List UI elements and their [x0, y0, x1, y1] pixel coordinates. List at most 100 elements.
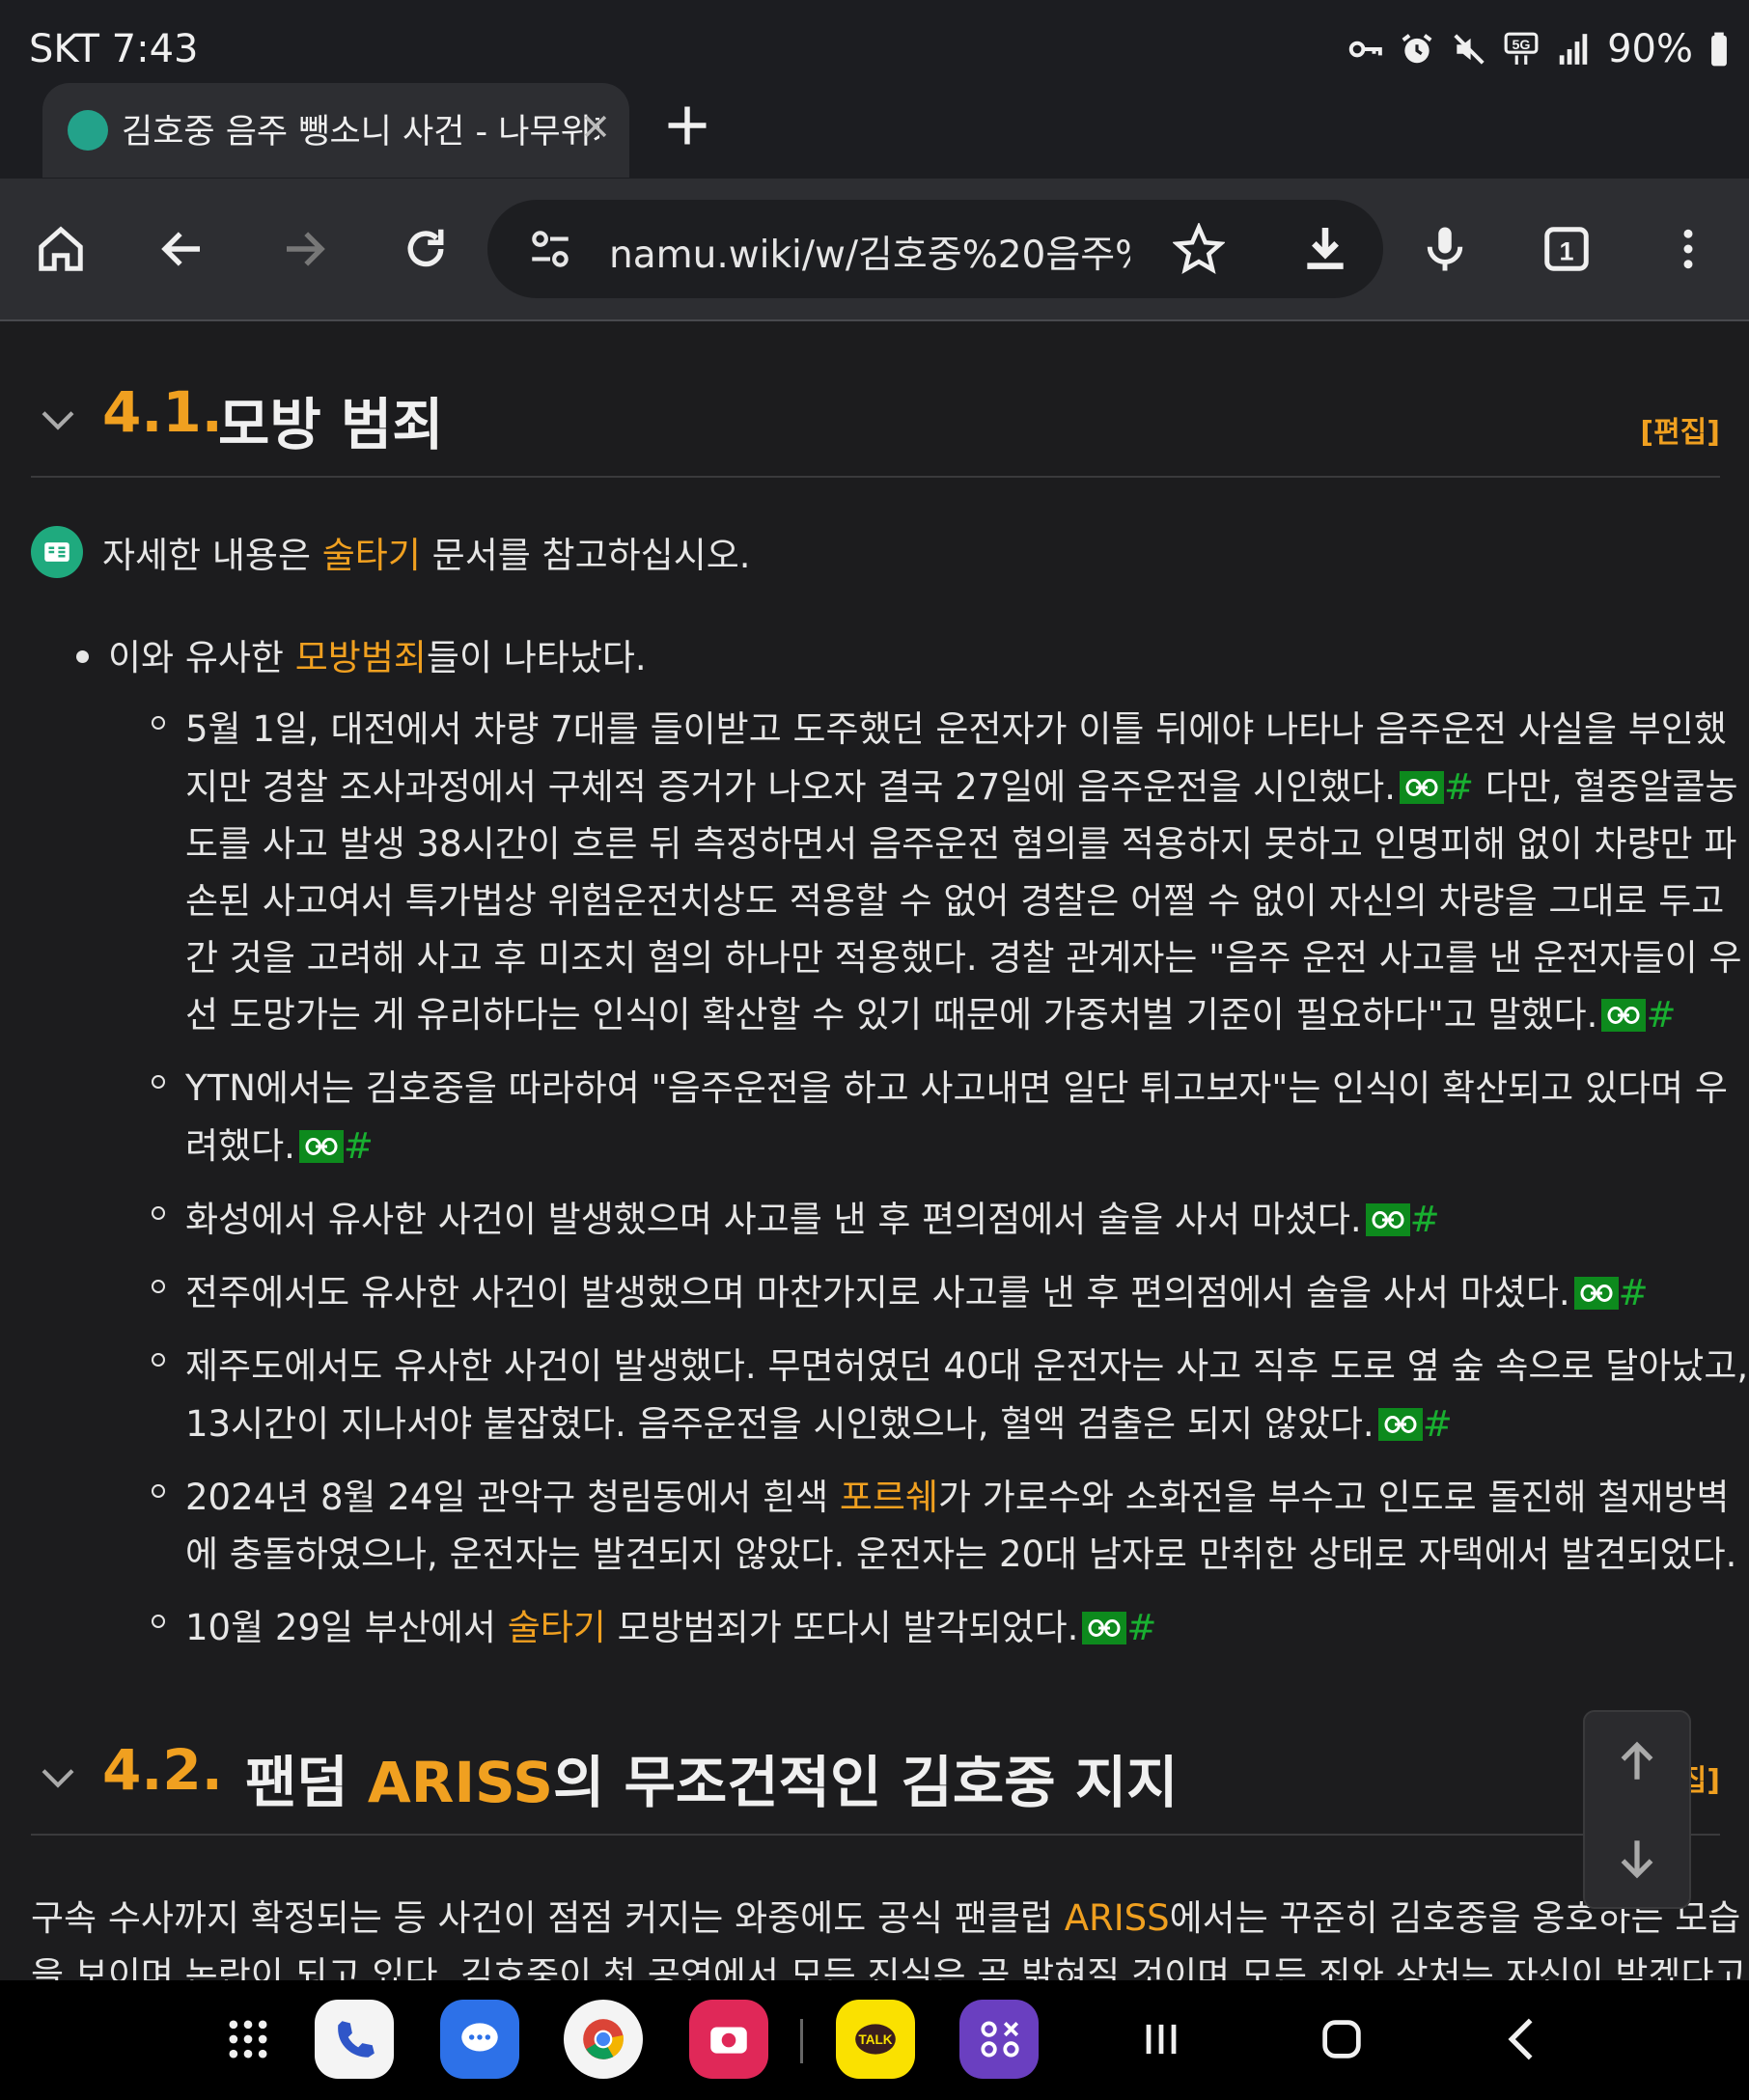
line-text: 모방범죄가 또다시 발각되었다. — [605, 1607, 1079, 1648]
title-text: 의 무조건적인 김호중 지지 — [553, 1750, 1179, 1815]
status-time: SKT 7:43 — [29, 27, 199, 71]
list-item-text: 10월 29일 부산에서 술타기 모방범죄가 또다시 발각되었다. # — [185, 1598, 1156, 1650]
new-tab-icon[interactable] — [662, 100, 712, 151]
external-link-icon[interactable] — [1399, 771, 1444, 804]
home-icon[interactable] — [29, 217, 93, 281]
close-tab-icon[interactable] — [571, 102, 620, 151]
line-text: 다만, 혈중알콜농 — [1474, 766, 1738, 808]
list-item-text: 려했다. # — [185, 1117, 374, 1169]
vpn-key-icon — [1346, 31, 1383, 68]
site-settings-icon[interactable] — [526, 225, 574, 273]
external-link-icon[interactable] — [1573, 1277, 1619, 1310]
list-item-text: 화성에서 유사한 사건이 발생했으며 사고를 낸 후 편의점에서 술을 사서 마… — [185, 1190, 1440, 1242]
section-heading-4-1[interactable]: 4.1. 모방 범죄 [편집] — [31, 360, 1720, 478]
external-link-icon[interactable] — [298, 1130, 344, 1163]
camera-app-icon[interactable] — [689, 2000, 768, 2079]
reload-icon[interactable] — [394, 217, 458, 281]
apps-folder-icon[interactable] — [959, 2000, 1039, 2079]
list-item-text: 2024년 8월 24일 관악구 청림동에서 흰색 포르쉐가 가로수와 소화전을… — [185, 1468, 1729, 1520]
browser-tab[interactable]: 김호중 음주 뺑소니 사건 - 나무위키 — [42, 83, 629, 178]
forward-icon[interactable] — [272, 217, 336, 281]
battery-icon — [1708, 31, 1730, 68]
hash-link[interactable]: # — [1646, 994, 1676, 1036]
list-item-text: 간 것을 고려해 사고 후 미조치 혐의 하나만 적용했다. 경찰 관계자는 "… — [185, 937, 1742, 979]
line-text: 2024년 8월 24일 관악구 청림동에서 흰색 — [185, 1477, 840, 1518]
dock-divider — [800, 2019, 803, 2063]
list-item-text: 선 도망가는 게 유리하다는 인식이 확산할 수 있기 때문에 가중처벌 기준이… — [185, 985, 1676, 1037]
line-text: 전주에서도 유사한 사건이 발생했으며 마찬가지로 사고를 낸 후 편의점에서 … — [185, 1272, 1570, 1313]
section-title: 모방 범죄 — [218, 392, 444, 457]
list-item-text: 5월 1일, 대전에서 차량 7대를 들이받고 도주했던 운전자가 이틀 뒤에야… — [185, 708, 1727, 750]
imitation-crime-link[interactable]: 모방범죄 — [295, 637, 427, 678]
edit-link[interactable]: [편집] — [1640, 408, 1720, 451]
list-item-text: 에 충돌하였으나, 운전자는 발견되지 않았다. 운전자는 20대 남자로 만취… — [185, 1534, 1737, 1575]
5g-icon: 5G — [1503, 31, 1540, 68]
list-item-text: 전주에서도 유사한 사건이 발생했으며 마찬가지로 사고를 낸 후 편의점에서 … — [185, 1263, 1649, 1315]
hash-link[interactable]: # — [1444, 766, 1474, 808]
line-text: 13시간이 지나서야 붙잡혔다. 음주운전을 시인했으나, 혈액 검출은 되지 … — [185, 1403, 1374, 1445]
document-note-icon — [31, 526, 83, 578]
section-number: 4.2. — [102, 1737, 223, 1803]
phone-app-icon[interactable] — [315, 2000, 394, 2079]
chrome-app-icon[interactable] — [564, 2000, 643, 2079]
sub-bullet-icon — [152, 1353, 165, 1367]
external-link-icon[interactable] — [1377, 1408, 1423, 1441]
download-icon[interactable] — [1298, 221, 1352, 275]
paragraph-line: 을 보이며 논란이 되고 있다. 김호중이 첫 공연에서 모든 진실은 곧 밝혀… — [31, 1954, 1747, 1981]
hash-link[interactable]: # — [344, 1125, 374, 1167]
back-icon[interactable] — [151, 217, 214, 281]
note-link[interactable]: 술타기 — [322, 535, 421, 576]
scroll-nav — [1583, 1710, 1691, 1909]
microphone-icon[interactable] — [1413, 217, 1477, 281]
hash-link[interactable]: # — [1126, 1607, 1156, 1648]
title-text: 팬덤 — [245, 1750, 368, 1815]
sub-bullet-icon — [152, 1615, 165, 1628]
paragraph-line: 구속 수사까지 확정되는 등 사건이 점점 커지는 와중에도 공식 팬클럽 AR… — [31, 1889, 1740, 1941]
section-heading-4-2[interactable]: 4.2. 팬덤 ARISS의 무조건적인 김호중 지지 [편집] — [31, 1718, 1720, 1836]
scroll-up-icon[interactable] — [1585, 1712, 1689, 1810]
collapse-chevron-icon[interactable] — [39, 406, 77, 435]
see-also-note: 자세한 내용은 술타기 문서를 참고하십시오. — [102, 526, 751, 578]
list-item-text: 13시간이 지나서야 붙잡혔다. 음주운전을 시인했으나, 혈액 검출은 되지 … — [185, 1395, 1453, 1447]
messages-app-icon[interactable] — [440, 2000, 519, 2079]
list-item-text: 지만 경찰 조사과정에서 구체적 증거가 나오자 결국 27일에 음주운전을 시… — [185, 758, 1738, 810]
list-item-text: 손된 사고여서 특가법상 위험운전치상도 적용할 수 없어 경찰은 어쩔 수 없… — [185, 880, 1725, 922]
tab-title: 김호중 음주 뺑소니 사건 - 나무위키 — [122, 113, 599, 152]
namu-favicon-icon — [68, 110, 108, 151]
line-text: 선 도망가는 게 유리하다는 인식이 확산할 수 있기 때문에 가중처벌 기준이… — [185, 994, 1598, 1036]
url-text[interactable]: namu.wiki/w/김호중%20음주%20뺑소니%20사건 — [609, 225, 1130, 279]
tab-switcher-icon[interactable]: 1 — [1535, 217, 1598, 281]
porsche-link[interactable]: 포르쉐 — [840, 1477, 938, 1518]
address-bar[interactable]: namu.wiki/w/김호중%20음주%20뺑소니%20사건 — [487, 200, 1383, 298]
section-title: 팬덤 ARISS의 무조건적인 김호중 지지 — [245, 1737, 1179, 1818]
more-options-icon[interactable] — [1656, 217, 1720, 281]
browser-toolbar: namu.wiki/w/김호중%20음주%20뺑소니%20사건 1 — [0, 179, 1749, 321]
note-text-end: 문서를 참고하십시오. — [420, 535, 751, 576]
hash-link[interactable]: # — [1619, 1272, 1649, 1313]
ariss-link[interactable]: ARISS — [1065, 1897, 1170, 1939]
sultagi-link[interactable]: 술타기 — [508, 1607, 606, 1648]
list-item: 이와 유사한 모방범죄들이 나타났다. — [108, 628, 647, 680]
bookmark-star-icon[interactable] — [1172, 221, 1226, 275]
sub-bullet-icon — [152, 1075, 165, 1089]
external-link-icon[interactable] — [1365, 1203, 1410, 1236]
android-nav-bar: TALK — [0, 1980, 1749, 2100]
scroll-down-icon[interactable] — [1585, 1810, 1689, 1907]
external-link-icon[interactable] — [1082, 1612, 1127, 1644]
ariss-link[interactable]: ARISS — [368, 1750, 553, 1815]
external-link-icon[interactable] — [1601, 999, 1647, 1032]
svg-text:5G: 5G — [1513, 38, 1531, 53]
line-text: 구속 수사까지 확정되는 등 사건이 점점 커지는 와중에도 공식 팬클럽 — [31, 1897, 1065, 1939]
hash-link[interactable]: # — [1410, 1199, 1440, 1240]
recent-apps-icon[interactable] — [1129, 2007, 1193, 2071]
home-nav-icon[interactable] — [1310, 2007, 1374, 2071]
section-number: 4.1. — [102, 379, 223, 445]
collapse-chevron-icon[interactable] — [39, 1764, 77, 1793]
kakaotalk-app-icon[interactable]: TALK — [836, 2000, 915, 2079]
hash-link[interactable]: # — [1423, 1403, 1453, 1445]
app-drawer-icon[interactable] — [216, 2007, 280, 2071]
bullet-icon — [76, 650, 89, 663]
alarm-icon — [1399, 31, 1435, 68]
back-nav-icon[interactable] — [1490, 2007, 1554, 2071]
line-text: 려했다. — [185, 1125, 295, 1167]
